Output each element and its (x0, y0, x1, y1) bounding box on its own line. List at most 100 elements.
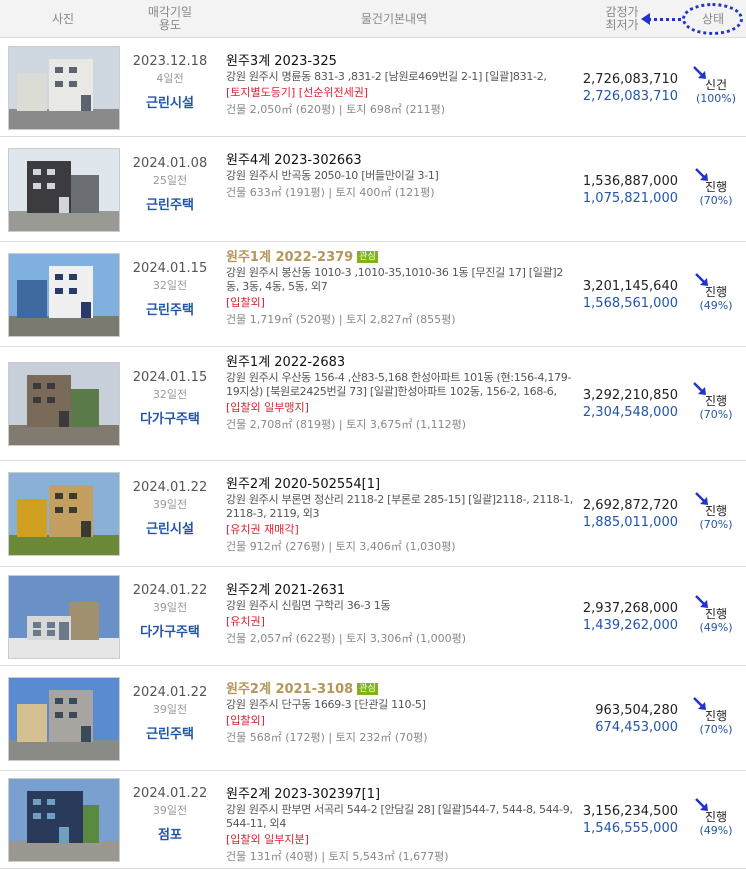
case-number-link[interactable]: 원주2계 2023-302397[1] (226, 787, 576, 803)
property-info: 원주1계 2022-2683 강원 원주시 우산동 156-4 ,산83-5,1… (226, 355, 576, 432)
property-area: 건물 2,057㎡ (622평) | 토지 3,306㎡ (1,000평) (226, 632, 467, 645)
appraisal-price: 963,504,280 (595, 702, 678, 718)
usage-type: 근린시설 (146, 95, 194, 111)
minimum-price: 1,439,262,000 (582, 617, 678, 633)
minimum-price: 1,885,011,000 (582, 515, 678, 530)
usage-type: 점포 (158, 828, 182, 843)
property-photo[interactable] (8, 147, 120, 232)
property-photo[interactable] (8, 45, 120, 130)
table-row[interactable]: 2024.01.22 39일전 근린시설 원주2계 2020-502554[1]… (0, 461, 746, 567)
property-photo[interactable] (8, 472, 120, 556)
table-row[interactable]: 2024.01.15 32일전 다가구주택 원주1계 2022-2683 강원 … (0, 347, 746, 461)
usage-type: 근린시설 (146, 522, 194, 537)
usage-type: 다가구주택 (140, 624, 200, 640)
case-number[interactable]: 원주3계 2023-325 (226, 54, 337, 69)
case-number[interactable]: 원주2계 2021-2631 (226, 583, 345, 598)
property-address: 강원 원주시 명륜동 831-3 ,831-2 [남원로469번길 2-1] [… (226, 70, 547, 83)
table-row[interactable]: 2024.01.08 25일전 근린주택 원주4계 2023-302663 강원… (0, 137, 746, 242)
status-percent: (70%) (699, 408, 733, 421)
property-info: 원주1계 2022-2379 관심 강원 원주시 봉산동 1010-3 ,1010… (226, 250, 576, 327)
header-photo: 사진 (51, 11, 75, 26)
status-label: 진행 (704, 606, 728, 621)
annotation-circle (682, 3, 743, 35)
property-info: 원주4계 2023-302663 강원 원주시 반곡동 2050-10 [버들만… (226, 153, 576, 200)
appraisal-price: 2,692,872,720 (582, 498, 678, 513)
days-ago: 39일전 (152, 498, 188, 511)
status-percent: (49%) (699, 824, 733, 837)
property-photo[interactable] (8, 676, 120, 761)
days-ago: 25일전 (152, 173, 188, 187)
case-number-link[interactable]: 원주1계 2022-2379 관심 (226, 250, 576, 266)
status-label: 신건 (704, 77, 728, 92)
case-number-link[interactable]: 원주1계 2022-2683 (226, 355, 576, 371)
property-photo[interactable] (8, 778, 120, 862)
usage-type: 다가구주택 (140, 412, 200, 427)
table-row[interactable]: 2024.01.22 39일전 다가구주택 원주2계 2021-2631 강원 … (0, 567, 746, 666)
interest-badge: 관심 (357, 683, 378, 695)
property-photo-image (9, 575, 119, 658)
auction-date: 2024.01.15 (132, 260, 208, 276)
auction-date: 2024.01.22 (132, 684, 208, 700)
days-ago: 39일전 (152, 600, 188, 614)
table-header: 사진 매각기일 용도 물건기본내역 감정가 최저가 상태 (0, 0, 746, 38)
status-percent: (49%) (699, 298, 733, 312)
case-number[interactable]: 원주2계 2021-3108 (226, 682, 353, 697)
annotation-dotted-line (648, 18, 681, 21)
status-label: 진행 (704, 179, 728, 194)
property-photo[interactable] (8, 362, 120, 446)
case-number-link[interactable]: 원주3계 2023-325 (226, 54, 576, 70)
case-number-link[interactable]: 원주2계 2021-3108 관심 (226, 682, 576, 698)
property-area: 건물 2,050㎡ (620평) | 토지 698㎡ (211평) (226, 103, 446, 116)
auction-date: 2023.12.18 (132, 53, 208, 69)
table-row[interactable]: 2024.01.15 32일전 근린주택 원주1계 2022-2379 관심 강원… (0, 242, 746, 347)
property-photo-image (9, 253, 119, 336)
header-date-usage: 매각기일 용도 (147, 5, 193, 32)
case-number-link[interactable]: 원주2계 2021-2631 (226, 583, 576, 599)
minimum-price: 674,453,000 (595, 719, 678, 735)
property-photo-image (9, 473, 119, 555)
status-label: 진행 (704, 504, 728, 518)
appraisal-price: 3,292,210,850 (582, 388, 678, 403)
case-number[interactable]: 원주2계 2023-302397[1] (226, 787, 380, 802)
status-percent: (49%) (699, 620, 733, 634)
case-number-link[interactable]: 원주4계 2023-302663 (226, 153, 576, 169)
annotation-arrow-icon (641, 13, 650, 25)
appraisal-price: 3,201,145,640 (582, 278, 678, 294)
property-address: 강원 원주시 단구동 1669-3 [단관길 110-5] (226, 698, 426, 711)
table-row[interactable]: 2023.12.18 4일전 근린시설 원주3계 2023-325 강원 원주시… (0, 38, 746, 137)
minimum-price: 1,568,561,000 (582, 295, 678, 311)
property-info: 원주2계 2021-2631 강원 원주시 신림면 구학리 36-3 1동 [유… (226, 583, 576, 646)
case-number[interactable]: 원주2계 2020-502554[1] (226, 477, 380, 492)
property-info: 원주2계 2021-3108 관심 강원 원주시 단구동 1669-3 [단관길 … (226, 682, 576, 745)
status-label: 진행 (704, 284, 728, 299)
auction-date: 2024.01.15 (132, 370, 208, 385)
usage-type: 근린주택 (146, 726, 194, 742)
days-ago: 32일전 (152, 388, 188, 401)
property-info: 원주3계 2023-325 강원 원주시 명륜동 831-3 ,831-2 [남… (226, 54, 576, 117)
property-photo[interactable] (8, 574, 120, 659)
special-conditions: [입찰외 일부맹지] (226, 401, 309, 414)
auction-date: 2024.01.22 (132, 786, 208, 801)
table-row[interactable]: 2024.01.22 39일전 근린주택 원주2계 2021-3108 관심 강원… (0, 666, 746, 771)
case-number[interactable]: 원주1계 2022-2379 (226, 250, 353, 265)
case-number[interactable]: 원주4계 2023-302663 (226, 153, 362, 168)
appraisal-price: 1,536,887,000 (582, 173, 678, 189)
case-number-link[interactable]: 원주2계 2020-502554[1] (226, 477, 576, 493)
special-conditions: [토지별도등기] [선순위전세권] (226, 86, 369, 99)
minimum-price: 2,304,548,000 (582, 405, 678, 420)
auction-date: 2024.01.22 (132, 582, 208, 598)
property-photo[interactable] (8, 252, 120, 337)
usage-type: 근린주택 (146, 197, 194, 213)
property-area: 건물 2,708㎡ (819평) | 토지 3,675㎡ (1,112평) (226, 418, 467, 431)
status-label: 진행 (704, 810, 728, 824)
auction-date: 2024.01.22 (132, 480, 208, 495)
minimum-price: 1,075,821,000 (582, 190, 678, 206)
case-number[interactable]: 원주1계 2022-2683 (226, 355, 345, 370)
special-conditions: [유치권 재매각] (226, 523, 299, 536)
property-info: 원주2계 2020-502554[1] 강원 원주시 부론면 정산리 2118-… (226, 477, 576, 554)
status-label: 진행 (704, 708, 728, 723)
property-photo-image (9, 677, 119, 760)
table-row[interactable]: 2024.01.22 39일전 점포 원주2계 2023-302397[1] 강… (0, 771, 746, 869)
status-percent: (100%) (695, 91, 737, 105)
property-address: 강원 원주시 신림면 구학리 36-3 1동 (226, 599, 391, 612)
